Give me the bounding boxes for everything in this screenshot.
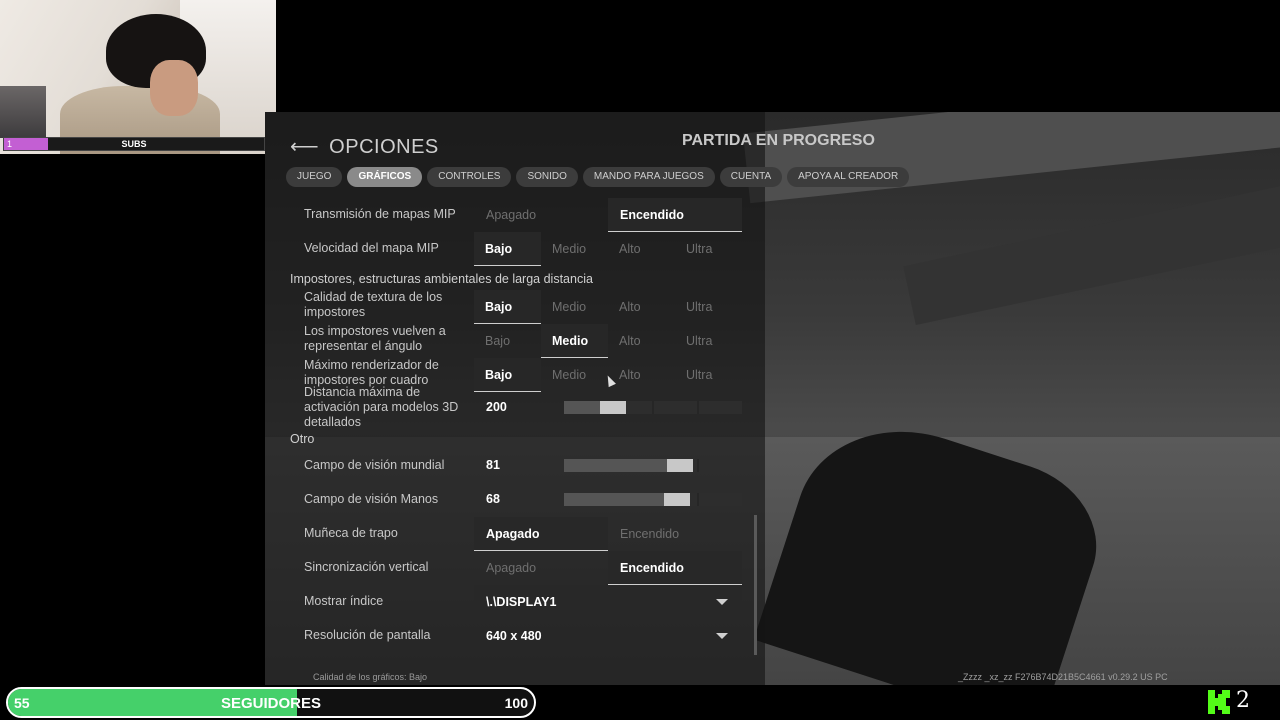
resolution-dropdown[interactable]: 640 x 480	[474, 619, 742, 653]
followers-label: SEGUIDORES	[220, 695, 322, 712]
option-alto[interactable]: Alto	[608, 232, 675, 266]
subs-label: SUBS	[121, 139, 147, 149]
match-status: PARTIDA EN PROGRESO	[682, 132, 875, 149]
option-group: Apagado Encendido	[474, 198, 742, 232]
slider-knob[interactable]	[667, 459, 693, 472]
option-ultra[interactable]: Ultra	[675, 232, 742, 266]
webcam-person-face	[150, 60, 198, 116]
setting-vsync: Sincronización vertical Apagado Encendido	[290, 551, 750, 585]
setting-impostor-texture: Calidad de textura de los impostores Baj…	[290, 290, 750, 324]
tab-sonido[interactable]: SONIDO	[516, 167, 578, 187]
option-ultra[interactable]: Ultra	[675, 290, 742, 324]
setting-label: Distancia máxima de activación para mode…	[304, 385, 459, 429]
chevron-down-icon	[716, 599, 728, 605]
slider-fill	[564, 401, 600, 414]
setting-label: Mostrar índice	[304, 594, 384, 608]
option-apagado[interactable]: Apagado	[474, 198, 608, 232]
option-alto[interactable]: Alto	[608, 290, 675, 324]
game-structure	[742, 112, 1280, 204]
options-tabs: JUEGO GRÁFICOS CONTROLES SONIDO MANDO PARA J…	[286, 167, 910, 187]
option-ultra[interactable]: Ultra	[675, 358, 742, 392]
scrollbar[interactable]	[754, 515, 757, 655]
slider-knob[interactable]	[600, 401, 626, 414]
game-structure-2	[903, 178, 1280, 326]
kick-logo-icon	[1208, 690, 1230, 714]
option-group: Apagado Encendido	[474, 517, 742, 551]
setting-mip-stream: Transmisión de mapas MIP Apagado Encendid…	[290, 198, 750, 232]
tab-controles[interactable]: CONTROLES	[427, 167, 512, 187]
setting-ragdoll: Muñeca de trapo Apagado Encendido	[290, 517, 750, 551]
option-group: Bajo Medio Alto Ultra	[474, 232, 742, 266]
chevron-down-icon	[716, 633, 728, 639]
option-medio[interactable]: Medio	[541, 290, 608, 324]
setting-label: Campo de visión mundial	[304, 458, 445, 472]
section-impostors: Impostores, estructuras ambientales de l…	[290, 272, 593, 286]
option-medio[interactable]: Medio	[541, 358, 608, 392]
option-group: Bajo Medio Alto Ultra	[474, 324, 742, 358]
graphics-quality-text: Calidad de los gráficos: Bajo	[313, 672, 428, 682]
setting-display-index: Mostrar índice \.\DISPLAY1	[290, 585, 750, 619]
setting-label: Resolución de pantalla	[304, 628, 431, 642]
slider-fill	[564, 493, 664, 506]
setting-label: Máximo renderizador de impostores por cu…	[304, 358, 439, 387]
section-other: Otro	[290, 432, 315, 446]
tab-apoya-al-creador[interactable]: APOYA AL CREADOR	[787, 167, 910, 187]
option-medio[interactable]: Medio	[541, 232, 608, 266]
slider-knob[interactable]	[664, 493, 690, 506]
webcam-overlay: 1 SUBS	[0, 0, 276, 154]
tab-juego[interactable]: JUEGO	[286, 167, 343, 187]
setting-label: Los impostores vuelven a representar el …	[304, 324, 446, 353]
setting-label: Sincronización vertical	[304, 560, 429, 574]
setting-resolution: Resolución de pantalla 640 x 480	[290, 619, 750, 653]
back-arrow-icon: ⟵	[290, 136, 320, 158]
page-title: OPCIONES	[329, 136, 439, 158]
tab-cuenta[interactable]: CUENTA	[719, 167, 783, 187]
setting-impostor-angle: Los impostores vuelven a representar el …	[290, 324, 750, 358]
setting-label: Calidad de textura de los impostores	[304, 290, 443, 319]
option-bajo[interactable]: Bajo	[474, 358, 541, 392]
dropdown-value: \.\DISPLAY1	[486, 595, 557, 609]
option-encendido[interactable]: Encendido	[608, 517, 742, 551]
option-apagado[interactable]: Apagado	[474, 517, 608, 551]
build-info-text: _Zzzz _xz_zz F276B74D21B5C4661 v0.29.2 U…	[958, 672, 1168, 682]
kick-count: 2	[1236, 688, 1250, 713]
option-bajo[interactable]: Bajo	[474, 232, 541, 266]
fov-world-slider[interactable]	[564, 459, 742, 472]
setting-fov-hands: Campo de visión Manos 68	[290, 483, 750, 517]
back-button[interactable]: ⟵ OPCIONES	[290, 134, 439, 159]
setting-mip-speed: Velocidad del mapa MIP Bajo Medio Alto Ultr…	[290, 232, 750, 266]
setting-label: Muñeca de trapo	[304, 526, 398, 540]
followers-goal-bar: 55 SEGUIDORES 100	[6, 687, 536, 718]
detail-distance-slider[interactable]	[564, 401, 742, 414]
option-encendido[interactable]: Encendido	[608, 198, 742, 232]
setting-detail-distance: Distancia máxima de activación para mode…	[290, 385, 750, 429]
option-alto[interactable]: Alto	[608, 324, 675, 358]
followers-goal: 100	[504, 695, 528, 711]
tab-gráficos[interactable]: GRÁFICOS	[347, 167, 423, 187]
setting-fov-world: Campo de visión mundial 81	[290, 449, 750, 483]
webcam-shelf	[0, 86, 46, 138]
setting-label: Campo de visión Manos	[304, 492, 439, 506]
option-bajo[interactable]: Bajo	[474, 324, 541, 358]
slider-value: 68	[486, 492, 500, 506]
slider-value: 200	[486, 400, 507, 414]
tab-mando-para-juegos[interactable]: MANDO PARA JUEGOS	[582, 167, 715, 187]
setting-label: Velocidad del mapa MIP	[304, 241, 439, 255]
setting-label: Transmisión de mapas MIP	[304, 207, 456, 221]
option-alto[interactable]: Alto	[608, 358, 675, 392]
slider-fill	[564, 459, 667, 472]
dropdown-value: 640 x 480	[486, 629, 542, 643]
option-medio[interactable]: Medio	[541, 324, 608, 358]
option-apagado[interactable]: Apagado	[474, 551, 608, 585]
option-encendido[interactable]: Encendido	[608, 551, 742, 585]
fov-hands-slider[interactable]	[564, 493, 742, 506]
option-group: Bajo Medio Alto Ultra	[474, 290, 742, 324]
option-group: Apagado Encendido	[474, 551, 742, 585]
slider-value: 81	[486, 458, 500, 472]
option-bajo[interactable]: Bajo	[474, 290, 541, 324]
display-index-dropdown[interactable]: \.\DISPLAY1	[474, 585, 742, 619]
subs-goal-bar: 1 SUBS	[3, 137, 265, 151]
option-ultra[interactable]: Ultra	[675, 324, 742, 358]
